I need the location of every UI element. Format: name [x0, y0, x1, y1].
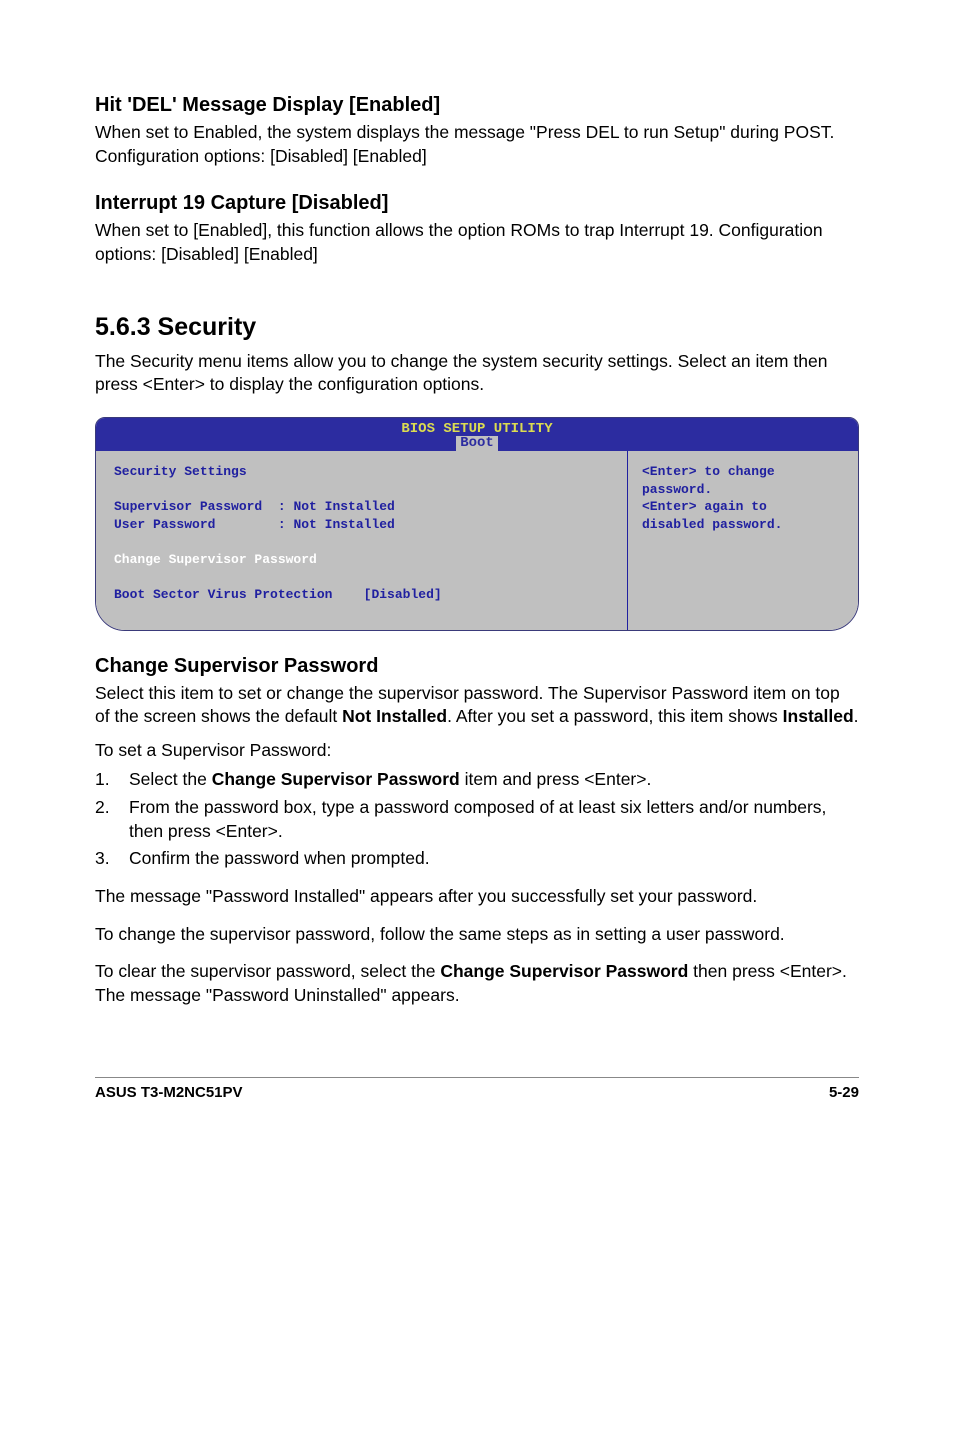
footer-page-number: 5-29	[829, 1084, 859, 1101]
paragraph-clear-password: To clear the supervisor password, select…	[95, 960, 859, 1007]
bios-left-panel: Security Settings Supervisor Password : …	[96, 451, 628, 629]
bios-help-l2: password.	[642, 481, 844, 499]
bios-screenshot: BIOS SETUP UTILITY Boot Security Setting…	[95, 417, 859, 631]
bios-help-l4: disabled password.	[642, 516, 844, 534]
paragraph-to-set: To set a Supervisor Password:	[95, 739, 859, 763]
page-footer: ASUS T3-M2NC51PV 5-29	[95, 1077, 859, 1101]
bios-boot-sector-value: [Disabled]	[364, 587, 442, 602]
heading-interrupt19: Interrupt 19 Capture [Disabled]	[95, 192, 859, 215]
bios-title-bar: BIOS SETUP UTILITY Boot	[96, 418, 858, 451]
bios-user-label: User Password	[114, 517, 215, 532]
bios-blank2	[114, 533, 609, 551]
paragraph-security-intro: The Security menu items allow you to cha…	[95, 350, 859, 397]
bios-right-panel: <Enter> to change password. <Enter> agai…	[628, 451, 858, 629]
list-number: 2.	[95, 796, 129, 843]
bios-help-l1: <Enter> to change	[642, 463, 844, 481]
bold-change-supervisor: Change Supervisor Password	[212, 769, 460, 789]
list-text: Confirm the password when prompted.	[129, 847, 430, 871]
bios-supervisor-value: : Not Installed	[278, 499, 395, 514]
bios-help-l3: <Enter> again to	[642, 498, 844, 516]
list-item: 2. From the password box, type a passwor…	[95, 796, 859, 843]
heading-security: 5.6.3 Security	[95, 313, 859, 342]
bios-body: Security Settings Supervisor Password : …	[96, 451, 858, 629]
bios-supervisor-label: Supervisor Password	[114, 499, 262, 514]
heading-del-message: Hit 'DEL' Message Display [Enabled]	[95, 94, 859, 117]
text-fragment: To clear the supervisor password, select…	[95, 961, 440, 981]
bios-security-settings: Security Settings	[114, 463, 609, 481]
list-number: 3.	[95, 847, 129, 871]
text-fragment: Select the	[129, 769, 212, 789]
bios-tab-boot: Boot	[456, 436, 498, 451]
paragraph-change-same-steps: To change the supervisor password, follo…	[95, 923, 859, 947]
list-item: 3. Confirm the password when prompted.	[95, 847, 859, 871]
bios-user-row: User Password : Not Installed	[114, 516, 609, 534]
page-content: Hit 'DEL' Message Display [Enabled] When…	[0, 0, 954, 1141]
bios-blank	[114, 481, 609, 499]
list-number: 1.	[95, 768, 129, 792]
bios-user-value: : Not Installed	[278, 517, 395, 532]
heading-change-supervisor: Change Supervisor Password	[95, 655, 859, 678]
text-fragment: item and press <Enter>.	[460, 769, 652, 789]
bold-not-installed: Not Installed	[342, 706, 447, 726]
paragraph-interrupt19: When set to [Enabled], this function all…	[95, 219, 859, 266]
footer-product: ASUS T3-M2NC51PV	[95, 1084, 243, 1101]
text-fragment: .	[854, 706, 859, 726]
paragraph-installed-msg: The message "Password Installed" appears…	[95, 885, 859, 909]
paragraph-change-supervisor: Select this item to set or change the su…	[95, 682, 859, 729]
bios-change-supervisor: Change Supervisor Password	[114, 551, 609, 569]
bold-installed: Installed	[783, 706, 854, 726]
steps-list: 1. Select the Change Supervisor Password…	[95, 768, 859, 871]
bios-title: BIOS SETUP UTILITY	[401, 421, 552, 437]
paragraph-del-message: When set to Enabled, the system displays…	[95, 121, 859, 168]
text-fragment: . After you set a password, this item sh…	[447, 706, 783, 726]
bios-blank3	[114, 568, 609, 586]
list-text: From the password box, type a password c…	[129, 796, 859, 843]
bios-boot-sector-label: Boot Sector Virus Protection	[114, 587, 332, 602]
bios-supervisor-row: Supervisor Password : Not Installed	[114, 498, 609, 516]
bold-change-supervisor2: Change Supervisor Password	[440, 961, 688, 981]
list-text: Select the Change Supervisor Password it…	[129, 768, 651, 792]
bios-boot-sector-row: Boot Sector Virus Protection [Disabled]	[114, 586, 609, 604]
list-item: 1. Select the Change Supervisor Password…	[95, 768, 859, 792]
